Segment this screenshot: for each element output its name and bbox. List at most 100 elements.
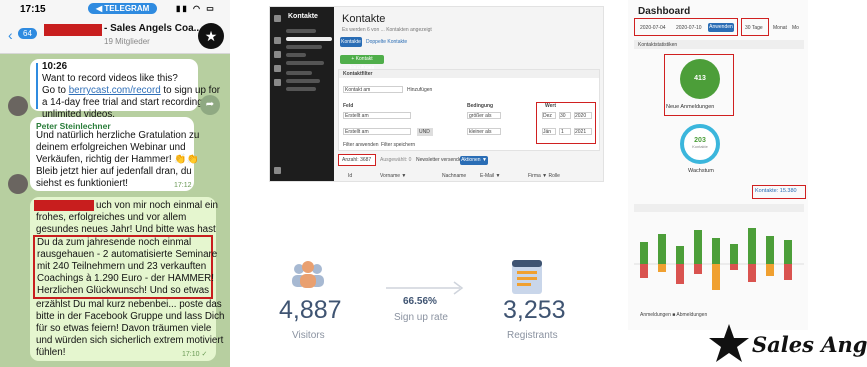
unsubscribe-bar (712, 264, 720, 290)
sidebar-brand[interactable]: Kontakte (288, 13, 318, 20)
apply-filter-button[interactable]: Filter anwenden (343, 142, 379, 148)
brand-name: Sales Angels (752, 332, 867, 357)
dashboard-screenshot: Dashboard 2020-07-04 2020-07-10 Anwenden… (628, 0, 808, 330)
date-month: Jän (543, 129, 552, 135)
kontakte-screenshot: Kontakte Kontakte Es werden 6 von ... Ko… (269, 6, 604, 182)
status-time: 17:15 (20, 4, 46, 15)
range-30-days[interactable]: 30 Tage (745, 25, 763, 31)
chat-subtitle: 19 Mitglieder (104, 37, 150, 46)
nav-icon[interactable] (274, 51, 281, 58)
message-line: rausgehauen - 2 automatisierte Seminare (37, 249, 218, 260)
table-header[interactable]: Vorname ▼ (380, 173, 406, 179)
selected-tab[interactable]: Ausgewählt: 0 (380, 157, 411, 163)
telegram-chat-screenshot: 17:15 ◀ TELEGRAM ▮▮ ◠ ▭ ‹ 64 - Sales Ang… (0, 0, 230, 367)
table-header[interactable]: Id (348, 173, 352, 179)
berrycast-link[interactable]: berrycast.com/record (69, 85, 161, 96)
row-operator-text: UND (419, 129, 430, 135)
growth-ring: 203 Kontakte (680, 124, 720, 164)
sidebar-item[interactable] (286, 61, 324, 65)
sender-avatar[interactable] (8, 96, 28, 116)
count-tab[interactable]: Anzahl: 3687 (342, 157, 371, 163)
group-avatar[interactable]: ★ (198, 23, 224, 49)
sidebar-item[interactable] (286, 87, 316, 91)
message-line: Want to record videos like this? (42, 73, 178, 84)
range-more[interactable]: Mo (792, 25, 799, 31)
unread-badge[interactable]: 64 (18, 28, 37, 39)
sidebar-item[interactable] (286, 53, 306, 57)
chart-header (634, 204, 804, 212)
total-contacts: Kontakte: 15.380 (755, 188, 797, 194)
growth-label: Wachstum (688, 168, 714, 174)
signup-rate-label: Sign up rate (394, 312, 448, 323)
status-bar: 17:15 ◀ TELEGRAM ▮▮ ◠ ▭ (0, 0, 230, 18)
sidebar-item[interactable] (286, 37, 332, 41)
telegram-pill[interactable]: ◀ TELEGRAM (88, 3, 158, 14)
tab-doppelte-kontakte[interactable]: Doppelte Kontakte (366, 39, 407, 45)
sidebar-item[interactable] (286, 29, 316, 33)
unsubscribe-bar (640, 264, 648, 278)
table-header[interactable]: Firma ▼ Rolle (528, 173, 560, 179)
filter-title[interactable]: Kontaktfilter (343, 71, 372, 77)
date-to[interactable]: 2020-07-10 (676, 25, 702, 31)
apply-button[interactable]: Anwenden (708, 23, 734, 32)
date-month: Dez (543, 113, 552, 119)
message-line: Verkäufen, richtig der Hammer! 👏👏 (36, 154, 199, 165)
message-line: frohes, erfolgreiches und vor allem (36, 212, 187, 223)
nav-icon[interactable] (274, 15, 281, 22)
nav-icon[interactable] (274, 167, 281, 174)
column-header: Bedingung (467, 103, 494, 109)
signup-bar (676, 246, 684, 264)
document-form-icon (512, 260, 542, 294)
redacted-name-bar (34, 200, 94, 211)
date-year: 2020 (575, 113, 587, 119)
share-icon[interactable]: ➦ (200, 95, 220, 115)
status-icons: ▮▮ ◠ ▭ (176, 4, 216, 13)
unsubscribe-bar (694, 264, 702, 274)
chat-title[interactable]: - Sales Angels Coa... (104, 23, 202, 34)
tab-kontakte[interactable]: Kontakte (340, 37, 362, 47)
section-title: Kontaktstatistiken (638, 42, 678, 48)
signup-bar (730, 244, 738, 264)
row-field-text: Erstellt am (345, 129, 369, 135)
table-header[interactable]: Nachname (442, 173, 466, 179)
filter-field-text: Kontakt am (345, 87, 371, 93)
message-timestamp: 17:10 ✓ (182, 351, 208, 358)
message-line: und würden sich sicherlich extrem motivi… (36, 335, 224, 346)
nav-icon[interactable] (274, 65, 281, 72)
sidebar-item[interactable] (286, 79, 320, 83)
add-contact-button[interactable]: + Kontakt hinzufügen (340, 55, 384, 71)
chat-header: ‹ 64 - Sales Angels Coa... 19 Mitglieder… (0, 18, 230, 54)
message-time: 10:26 (42, 61, 68, 72)
sidebar-item[interactable] (286, 71, 312, 75)
unsubscribe-bar (676, 264, 684, 284)
row-cond-text: kleiner als (469, 129, 492, 135)
nav-icon[interactable] (274, 37, 281, 44)
registrants-icon (508, 258, 546, 296)
unsubscribe-bar (658, 264, 666, 272)
new-signups-tile: 413 (680, 59, 720, 99)
growth-sub: Kontakte (692, 144, 708, 149)
signups-bar-chart (634, 228, 804, 290)
unsubscribe-bar (748, 264, 756, 282)
signup-rate-value: 66.56% (403, 296, 437, 307)
message-line: Du da zum jahresende noch einmal (37, 237, 192, 248)
table-header[interactable]: E-Mail ▼ (480, 173, 501, 179)
range-month[interactable]: Monat (773, 25, 787, 31)
back-chevron-icon[interactable]: ‹ (8, 27, 13, 43)
save-filter-button[interactable]: Filter speichern (381, 142, 415, 148)
signup-bar (712, 238, 720, 264)
growth-value: 203 (694, 137, 706, 144)
nav-icon[interactable] (274, 79, 281, 86)
message-line: siehst es funktioniert! (36, 178, 129, 189)
filter-panel: Kontaktfilter Kontakt am Hinzufügen Feld… (338, 69, 600, 151)
filter-add-button[interactable]: Hinzufügen (407, 87, 432, 93)
date-day: 1 (561, 129, 564, 135)
actions-button[interactable]: Aktionen ▼ (460, 156, 488, 165)
message-line: fühlen! (36, 347, 66, 358)
column-header: Feld (343, 103, 354, 109)
date-from[interactable]: 2020-07-04 (640, 25, 666, 31)
sidebar-item[interactable] (286, 45, 322, 49)
message-line: für so etwas feiern! Davon träumen viele (36, 323, 212, 334)
newsletter-button[interactable]: Newsletter versenden (416, 157, 464, 163)
sender-avatar[interactable] (8, 174, 28, 194)
